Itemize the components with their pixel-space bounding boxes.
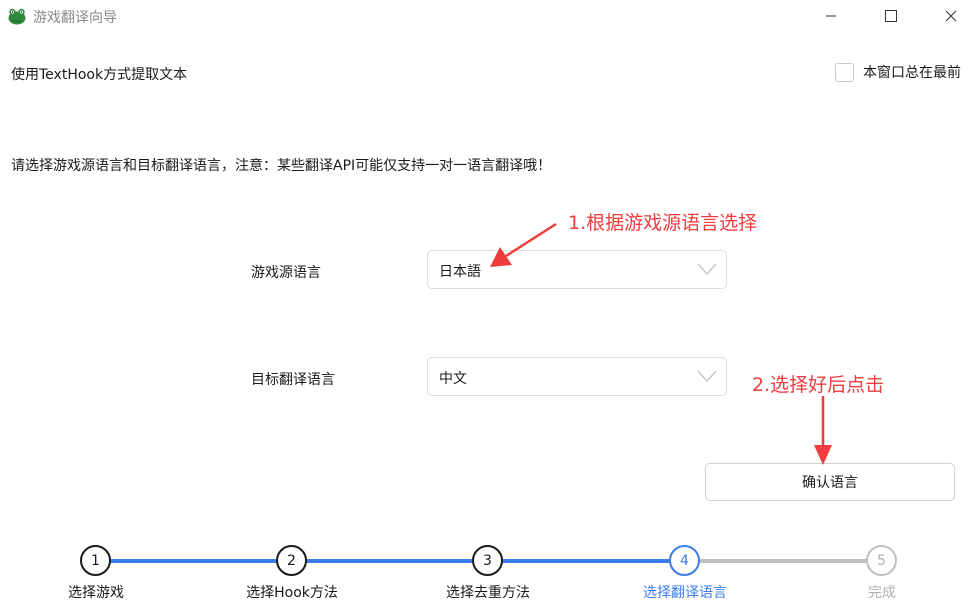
frog-app-icon <box>8 8 26 25</box>
confirm-language-button[interactable]: 确认语言 <box>705 463 955 501</box>
window-title: 游戏翻译向导 <box>33 10 117 26</box>
annotation-arrows <box>490 222 832 465</box>
step-2-circle[interactable]: 2 <box>276 545 307 576</box>
step-3-label: 选择去重方法 <box>446 585 530 601</box>
annotation-note-1: 1.根据游戏源语言选择 <box>568 212 758 234</box>
source-language-select[interactable]: 日本語 <box>427 250 727 289</box>
step-5-circle[interactable]: 5 <box>866 545 897 576</box>
close-icon <box>945 10 957 22</box>
title-bar: 游戏翻译向导 <box>0 0 979 32</box>
chevron-down-icon <box>697 370 717 383</box>
step-1-label: 选择游戏 <box>68 585 124 601</box>
source-language-value: 日本語 <box>439 264 481 280</box>
step-4-label: 选择翻译语言 <box>643 585 727 601</box>
target-language-value: 中文 <box>439 371 467 387</box>
maximize-button[interactable] <box>868 0 914 32</box>
hook-method-text: 使用TextHook方式提取文本 <box>11 67 188 83</box>
step-4-circle[interactable]: 4 <box>669 545 700 576</box>
maximize-icon <box>885 10 897 22</box>
step-5-label: 完成 <box>868 585 896 601</box>
chevron-down-icon <box>697 263 717 276</box>
annotation-arrow-2 <box>814 396 832 465</box>
step-2-label: 选择Hook方法 <box>246 585 338 601</box>
annotation-note-2: 2.选择好后点击 <box>752 374 885 396</box>
stepper-progress-line <box>110 559 694 563</box>
stepper-remaining-line <box>700 559 868 563</box>
target-language-label: 目标翻译语言 <box>251 372 335 388</box>
always-on-top-label: 本窗口总在最前 <box>863 65 961 81</box>
instruction-text: 请选择游戏源语言和目标翻译语言，注意：某些翻译API可能仅支持一对一语言翻译哦！ <box>11 158 552 174</box>
step-1-circle[interactable]: 1 <box>80 545 111 576</box>
close-button[interactable] <box>928 0 974 32</box>
checkbox-box[interactable] <box>835 62 854 82</box>
source-language-label: 游戏源语言 <box>251 265 321 281</box>
always-on-top-checkbox[interactable]: 本窗口总在最前 <box>835 62 961 82</box>
target-language-select[interactable]: 中文 <box>427 357 727 396</box>
minimize-button[interactable] <box>808 0 854 32</box>
minimize-icon <box>826 15 836 17</box>
step-3-circle[interactable]: 3 <box>472 545 503 576</box>
